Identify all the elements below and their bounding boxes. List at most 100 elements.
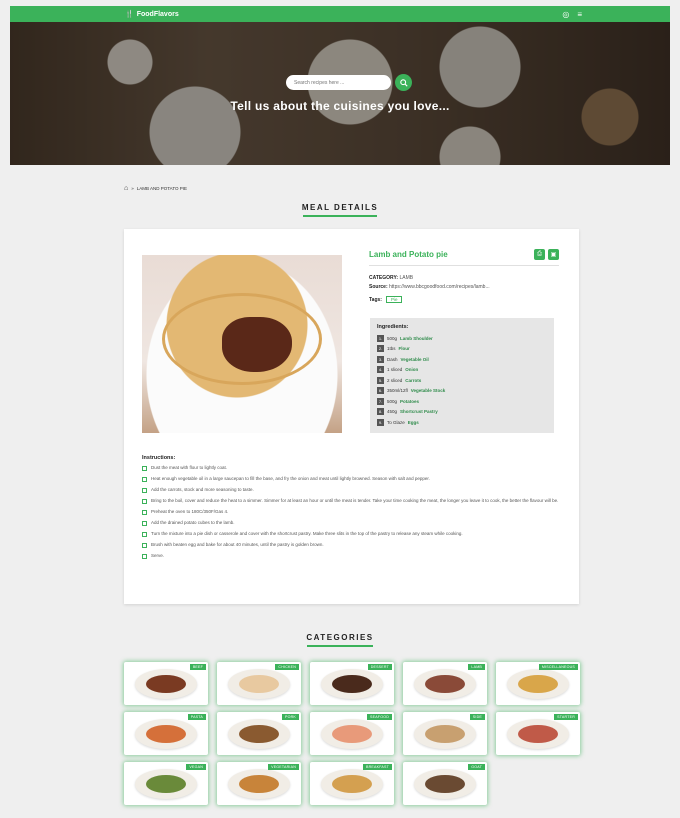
category-food: [425, 724, 465, 743]
category-badge: CHICKEN: [275, 664, 299, 670]
ingredient-number: 3.: [377, 355, 384, 363]
category-card[interactable]: LAMB: [403, 662, 487, 705]
meal-details-heading: MEAL DETAILS: [0, 203, 680, 217]
category-food: [332, 774, 372, 793]
category-card[interactable]: SIDE: [403, 712, 487, 755]
ingredient-number: 7.: [377, 397, 384, 405]
checkbox-icon[interactable]: [142, 531, 147, 537]
ingredient-number: 1.: [377, 334, 384, 342]
instruction-item: Add the drained potato cubes to the lamb…: [142, 520, 567, 527]
ingredient-quantity: To Glaze: [387, 419, 405, 425]
category-badge: PORK: [282, 714, 299, 720]
checkbox-icon[interactable]: [142, 487, 147, 493]
menu-icon[interactable]: ≡: [577, 10, 582, 19]
search-bar: [286, 74, 412, 91]
checkbox-icon[interactable]: [142, 553, 147, 559]
category-food: [332, 724, 372, 743]
category-value: LAMB: [399, 275, 414, 281]
tag-badge[interactable]: Pie: [385, 296, 403, 303]
category-card[interactable]: BEEF: [124, 662, 208, 705]
nav-actions: ◎ ≡: [562, 10, 662, 19]
category-image: [414, 718, 476, 749]
instruction-text: Dust the meat with flour to lightly coat…: [151, 465, 228, 470]
category-card[interactable]: SEAFOOD: [310, 712, 394, 755]
hero-overlay: [10, 22, 670, 165]
category-image: [414, 668, 476, 699]
search-input[interactable]: [286, 75, 391, 90]
home-icon[interactable]: ⌂: [124, 185, 128, 192]
instruction-text: Preheat the oven to 180C/350F/Gas 4.: [151, 509, 229, 514]
ingredient-item: 2. 1tbs Flour: [377, 344, 547, 355]
source-link[interactable]: https://www.bbcgoodfood.com/recipes/lamb…: [389, 284, 490, 290]
category-food: [425, 774, 465, 793]
category-badge: BEEF: [189, 664, 206, 670]
category-food: [518, 674, 558, 693]
category-card[interactable]: PORK: [217, 712, 301, 755]
instruction-text: Add the carrots, stock and more seasonin…: [151, 487, 254, 492]
category-food: [239, 674, 279, 693]
heading-underline: [303, 215, 377, 217]
meal-image: [142, 255, 342, 433]
checkbox-icon[interactable]: [142, 542, 147, 548]
instructions-section: Instructions: Dust the meat with flour t…: [142, 455, 567, 564]
ingredient-number: 9.: [377, 418, 384, 426]
ingredient-name: Potatoes: [400, 398, 420, 404]
search-icon: [399, 78, 408, 87]
category-image: [135, 768, 197, 799]
category-badge: MISCELLANEOUS: [538, 664, 578, 670]
print-icon[interactable]: ⎙: [534, 249, 545, 260]
meal-actions: ⎙ ▣: [534, 249, 559, 260]
checkbox-icon[interactable]: [142, 498, 147, 504]
meal-meta: CATEGORY: LAMB Source: https://www.bbcgo…: [369, 274, 559, 292]
category-card[interactable]: DESSERT: [310, 662, 394, 705]
category-badge: LAMB: [468, 664, 485, 670]
ingredient-item: 4. 1 sliced Onion: [377, 365, 547, 376]
category-image: [228, 718, 290, 749]
instruction-text: Bring to the boil, cover and reduce the …: [151, 498, 559, 503]
category-card[interactable]: CHICKEN: [217, 662, 301, 705]
checkbox-icon[interactable]: [142, 465, 147, 471]
ingredient-quantity: 500g: [387, 335, 398, 341]
category-badge: VEGETARIAN: [268, 764, 299, 770]
instruction-item: Brush with beaten egg and bake for about…: [142, 542, 567, 549]
category-badge: VEGAN: [186, 764, 206, 770]
breadcrumb: ⌂ » LAMB AND POTATO PIE: [124, 185, 187, 192]
category-card[interactable]: MISCELLANEOUS: [496, 662, 580, 705]
category-badge: BREAKFAST: [363, 764, 392, 770]
search-button[interactable]: [395, 74, 412, 91]
instruction-item: Bring to the boil, cover and reduce the …: [142, 498, 567, 505]
category-food: [332, 674, 372, 693]
fork-knife-icon: 🍴: [125, 11, 134, 18]
category-image: [321, 718, 383, 749]
instruction-item: Add the carrots, stock and more seasonin…: [142, 487, 567, 494]
instruction-item: Heat enough vegetable oil in a large sau…: [142, 476, 567, 483]
checkbox-icon[interactable]: [142, 509, 147, 515]
ingredient-item: 3. Dash Vegetable Oil: [377, 354, 547, 365]
category-card[interactable]: BREAKFAST: [310, 762, 394, 805]
category-card[interactable]: PASTA: [124, 712, 208, 755]
category-badge: DESSERT: [367, 664, 392, 670]
ingredient-quantity: 500g: [387, 398, 398, 404]
user-circle-icon[interactable]: ◎: [562, 10, 569, 19]
category-image: [507, 718, 569, 749]
category-image: [228, 668, 290, 699]
category-card[interactable]: VEGAN: [124, 762, 208, 805]
categories-grid: BEEF CHICKEN DESSERT LAMB MISCELLANEOUS PASTA…: [124, 662, 580, 805]
meal-info: Lamb and Potato pie ⎙ ▣ CATEGORY: LAMB S…: [369, 249, 559, 303]
brand-logo[interactable]: 🍴 FoodFlavors: [125, 10, 179, 19]
categories-heading: CATEGORIES: [0, 633, 680, 647]
ingredient-name: Vegetable Oil: [400, 356, 429, 362]
checkbox-icon[interactable]: [142, 476, 147, 482]
instruction-text: Serve.: [151, 553, 165, 558]
ingredient-quantity: 1 sliced: [387, 367, 403, 373]
ingredient-name: Carrots: [405, 377, 422, 383]
checkbox-icon[interactable]: [142, 520, 147, 526]
instructions-title: Instructions:: [142, 455, 176, 461]
category-food: [239, 774, 279, 793]
bookmark-icon[interactable]: ▣: [548, 249, 559, 260]
instruction-text: Brush with beaten egg and bake for about…: [151, 542, 324, 547]
category-card[interactable]: GOAT: [403, 762, 487, 805]
category-card[interactable]: STARTER: [496, 712, 580, 755]
categories-heading-text: CATEGORIES: [306, 633, 374, 642]
category-card[interactable]: VEGETARIAN: [217, 762, 301, 805]
